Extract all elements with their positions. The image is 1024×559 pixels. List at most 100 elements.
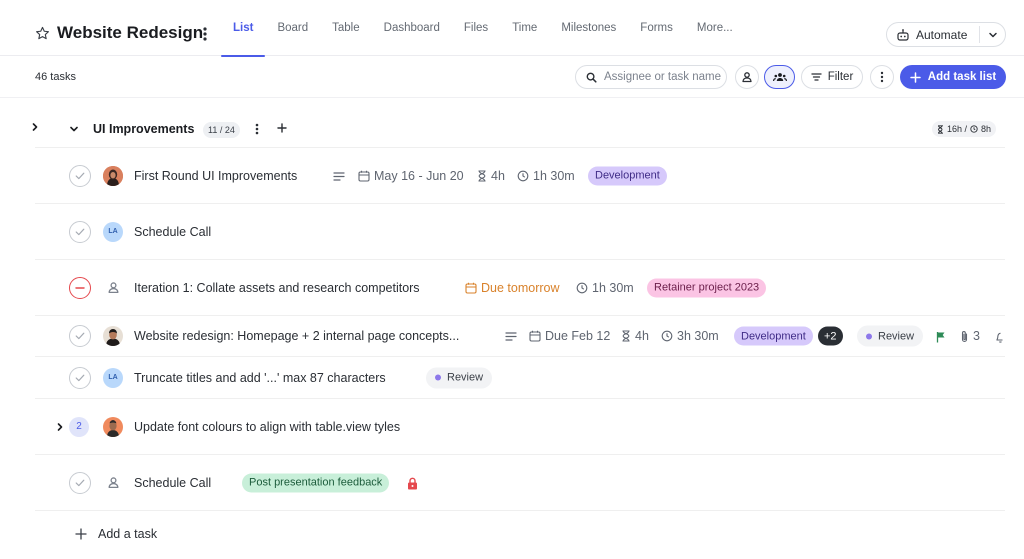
tab-time[interactable]: Time <box>500 0 549 56</box>
task-logged-time[interactable]: 1h 30m <box>517 169 575 183</box>
status-badge[interactable]: Review <box>857 325 924 347</box>
task-due-date[interactable]: Due tomorrow <box>465 281 560 295</box>
complete-checkbox[interactable] <box>69 366 91 389</box>
task-time-value: 1h 30m <box>592 280 634 295</box>
task-list: First Round UI Improvements May 16 - Jun… <box>35 147 1005 511</box>
more-options-icon[interactable] <box>199 25 211 43</box>
avatar[interactable] <box>103 326 123 346</box>
task-time-value: 1h 30m <box>533 168 575 183</box>
status-badge[interactable]: Review <box>426 367 493 388</box>
status-dot <box>435 374 441 381</box>
task-title[interactable]: Truncate titles and add '...' max 87 cha… <box>134 371 386 385</box>
tab-more[interactable]: More... <box>685 0 745 56</box>
plus-icon <box>910 71 921 83</box>
table-row[interactable]: Schedule Call Post presentation feedback <box>35 454 1005 511</box>
search-box[interactable] <box>575 65 727 89</box>
task-title[interactable]: Update font colours to align with table.… <box>134 420 400 434</box>
task-due-date[interactable]: Due Feb 12 <box>529 329 610 343</box>
avatar[interactable]: LA <box>103 221 123 242</box>
team-tasks-button[interactable] <box>764 65 795 89</box>
collapse-group-chevron-icon[interactable] <box>69 124 79 134</box>
filter-button[interactable]: Filter <box>801 65 863 89</box>
tab-board[interactable]: Board <box>265 0 320 56</box>
table-row[interactable]: LA Truncate titles and add '...' max 87 … <box>35 356 1005 399</box>
add-task-button[interactable]: Add a task <box>75 527 157 541</box>
automate-button[interactable]: Automate <box>886 22 1006 47</box>
attachments-count[interactable]: 3 <box>960 329 980 343</box>
expand-subtasks-chevron-icon[interactable] <box>55 422 65 432</box>
tab-dashboard[interactable]: Dashboard <box>372 0 452 56</box>
subtask-count-badge[interactable]: 2 <box>69 416 89 437</box>
task-estimate[interactable]: 4h <box>477 169 505 183</box>
bell-icon[interactable] <box>996 331 1005 343</box>
avatar[interactable]: LA <box>103 367 123 388</box>
check-icon <box>75 332 85 340</box>
task-title[interactable]: Website redesign: Homepage + 2 internal … <box>134 329 459 343</box>
complete-checkbox[interactable] <box>69 220 91 243</box>
status-dot <box>866 333 872 339</box>
star-icon[interactable] <box>35 26 50 41</box>
table-row[interactable]: LA Schedule Call <box>35 203 1005 260</box>
minus-icon <box>75 286 85 289</box>
tab-files[interactable]: Files <box>452 0 500 56</box>
search-input[interactable] <box>604 71 722 83</box>
task-logged-time[interactable]: 3h 30m <box>661 329 719 343</box>
person-icon <box>108 282 118 294</box>
tag-development[interactable]: Development <box>734 326 813 346</box>
blocked-status-checkbox[interactable] <box>69 276 91 299</box>
group-add-icon[interactable] <box>277 123 287 133</box>
person-icon <box>108 477 118 489</box>
unassigned-avatar[interactable] <box>103 278 123 298</box>
tab-list[interactable]: List <box>221 0 266 57</box>
tag-feedback[interactable]: Post presentation feedback <box>242 473 390 492</box>
table-row[interactable]: 2 Update font colours to align with tabl… <box>35 398 1005 455</box>
tab-table[interactable]: Table <box>320 0 372 56</box>
task-title[interactable]: Schedule Call <box>134 476 211 490</box>
tag-development[interactable]: Development <box>588 166 667 185</box>
complete-checkbox[interactable] <box>69 164 91 187</box>
task-title[interactable]: First Round UI Improvements <box>134 169 297 183</box>
complete-checkbox[interactable] <box>69 325 91 347</box>
task-logged-time[interactable]: 1h 30m <box>576 281 634 295</box>
group-name[interactable]: UI Improvements <box>93 122 194 136</box>
tag-retainer[interactable]: Retainer project 2023 <box>647 278 767 297</box>
avatar[interactable] <box>103 165 123 186</box>
automate-dropdown[interactable] <box>980 30 1005 40</box>
unassigned-avatar[interactable] <box>103 473 123 493</box>
task-title[interactable]: Iteration 1: Collate assets and research… <box>134 281 420 295</box>
user-photo-icon <box>103 416 123 437</box>
task-group-header: UI Improvements 11 / 24 16h / 8h <box>0 110 1024 148</box>
task-date-range: May 16 - Jun 20 <box>374 168 464 183</box>
task-title[interactable]: Schedule Call <box>134 225 211 239</box>
my-tasks-button[interactable] <box>735 65 759 89</box>
table-row[interactable]: Iteration 1: Collate assets and research… <box>35 259 1005 316</box>
lock-icon[interactable] <box>407 477 418 490</box>
group-logged-time: 8h <box>981 124 992 134</box>
task-count: 46 tasks <box>35 71 76 83</box>
project-title: Website Redesign <box>57 23 204 42</box>
filter-icon <box>811 73 822 81</box>
tab-forms[interactable]: Forms <box>628 0 685 56</box>
status-label: Review <box>447 371 484 384</box>
group-icon <box>772 73 787 82</box>
more-tags-badge[interactable]: +2 <box>818 326 843 346</box>
automate-main[interactable]: Automate <box>887 23 979 46</box>
clock-icon <box>661 330 673 342</box>
tab-milestones[interactable]: Milestones <box>549 0 628 56</box>
complete-checkbox[interactable] <box>69 471 91 494</box>
table-row[interactable]: Website redesign: Homepage + 2 internal … <box>35 315 1005 357</box>
group-progress-badge: 11 / 24 <box>203 122 240 138</box>
table-row[interactable]: First Round UI Improvements May 16 - Jun… <box>35 147 1005 204</box>
avatar[interactable] <box>103 416 123 437</box>
hourglass-icon <box>478 169 486 182</box>
check-icon <box>75 172 85 179</box>
check-icon <box>75 374 85 381</box>
clock-icon <box>970 125 978 133</box>
task-estimate[interactable]: 4h <box>621 329 649 343</box>
automate-label: Automate <box>916 27 968 42</box>
flag-icon[interactable] <box>936 331 946 343</box>
add-task-list-button[interactable]: Add task list <box>900 65 1006 89</box>
group-more-icon[interactable] <box>254 123 260 135</box>
task-dates[interactable]: May 16 - Jun 20 <box>358 169 464 183</box>
toolbar-more-button[interactable] <box>870 65 894 89</box>
